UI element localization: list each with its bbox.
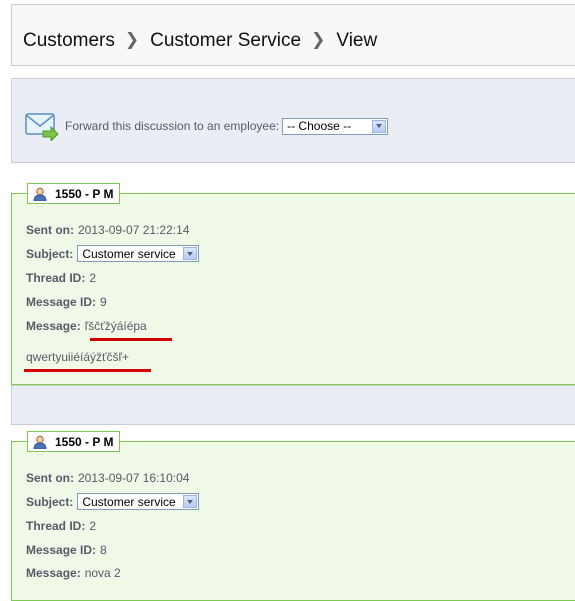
highlight-underline bbox=[24, 369, 151, 372]
chevron-down-icon[interactable] bbox=[183, 495, 198, 508]
breadcrumb-view: View bbox=[336, 30, 378, 51]
message-body: qwertyuiiéíáýžťčšľ+ bbox=[26, 350, 130, 364]
subject-select[interactable]: Customer service bbox=[77, 245, 200, 262]
message-author: 1550 - P M bbox=[27, 431, 121, 452]
message-id-row: Message ID: 8 bbox=[26, 543, 107, 557]
envelope-forward-icon bbox=[25, 111, 59, 143]
message-panel: 1550 - P M Sent on: 2013-09-07 21:22:14 S… bbox=[11, 183, 575, 385]
chevron-right-icon: ❯ bbox=[124, 30, 140, 49]
page-header: Customers ❯ Customer Service ❯ View bbox=[11, 4, 575, 66]
message-row: Message: nova 2 bbox=[26, 566, 121, 580]
subject-row: Subject: Customer service bbox=[26, 245, 200, 262]
forward-toolbar: Forward this discussion to an employee: … bbox=[11, 78, 575, 163]
breadcrumb-customer-service[interactable]: Customer Service bbox=[150, 30, 301, 51]
sent-on-row: Sent on: 2013-09-07 16:10:04 bbox=[26, 471, 190, 485]
chevron-down-icon[interactable] bbox=[372, 119, 387, 133]
panel-separator bbox=[11, 385, 575, 425]
message-row: Message: ľščťžýáíépa bbox=[26, 319, 147, 333]
thread-id-row: Thread ID: 2 bbox=[26, 519, 97, 533]
user-icon bbox=[33, 187, 47, 201]
user-icon bbox=[33, 435, 47, 449]
message-id-row: Message ID: 9 bbox=[26, 295, 107, 309]
breadcrumb: Customers ❯ Customer Service ❯ View bbox=[23, 30, 377, 52]
highlight-underline bbox=[90, 338, 172, 341]
subject-row: Subject: Customer service bbox=[26, 493, 200, 510]
employee-select[interactable]: -- Choose -- bbox=[282, 117, 389, 135]
sent-on-row: Sent on: 2013-09-07 21:22:14 bbox=[26, 223, 190, 237]
chevron-down-icon[interactable] bbox=[183, 247, 198, 260]
thread-id-row: Thread ID: 2 bbox=[26, 271, 97, 285]
subject-select[interactable]: Customer service bbox=[77, 493, 200, 510]
message-author: 1550 - P M bbox=[27, 183, 121, 204]
message-panel: 1550 - P M Sent on: 2013-09-07 16:10:04 S… bbox=[11, 431, 575, 601]
forward-label: Forward this discussion to an employee: bbox=[65, 119, 280, 133]
forward-row: Forward this discussion to an employee: … bbox=[25, 111, 389, 143]
chevron-right-icon: ❯ bbox=[311, 30, 326, 49]
breadcrumb-customers[interactable]: Customers bbox=[23, 30, 115, 51]
